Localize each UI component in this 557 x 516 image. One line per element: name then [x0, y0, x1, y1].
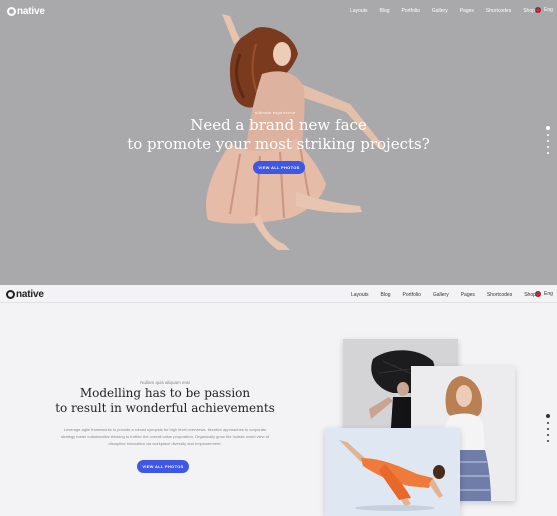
logo[interactable]: native: [6, 289, 44, 300]
hero-title-line-1: Need a brand new face: [190, 116, 367, 134]
hero-subtitle: ultimate experience: [255, 110, 296, 115]
language-label: Eng: [544, 291, 553, 297]
logo-text: native: [17, 6, 45, 17]
slider-dot-2[interactable]: [547, 422, 549, 424]
logo-text: native: [16, 289, 44, 300]
slider-dot-2[interactable]: [547, 134, 549, 136]
nav-item-shortcodes[interactable]: Shortcodes: [487, 292, 512, 298]
hero-title: Need a brand new face to promote your mo…: [120, 116, 437, 154]
model-photo-orange-dress: [325, 428, 460, 516]
section-title-line-1: Modelling has to be passion: [79, 386, 251, 400]
section-slider-dots: [546, 412, 550, 444]
slider-dot-4[interactable]: [547, 146, 549, 148]
slider-dot-1[interactable]: [546, 126, 550, 130]
nav-item-shop[interactable]: Shop: [523, 8, 535, 14]
language-switcher[interactable]: Eng: [535, 7, 553, 13]
logo-mark-icon: [6, 290, 15, 299]
nav-item-portfolio[interactable]: Portfolio: [402, 8, 420, 14]
section-view-all-photos-button[interactable]: VIEW ALL PHOTOS: [137, 460, 189, 473]
nav-item-pages[interactable]: Pages: [460, 8, 474, 14]
about-section: native Layouts Blog Portfolio Gallery Pa…: [0, 285, 557, 516]
logo[interactable]: native: [7, 6, 45, 17]
nav-item-layouts[interactable]: Layouts: [350, 8, 368, 14]
nav-item-blog[interactable]: Blog: [381, 292, 391, 298]
nav-item-layouts[interactable]: Layouts: [351, 292, 369, 298]
slider-dot-1[interactable]: [546, 414, 550, 418]
slider-dot-5[interactable]: [547, 440, 549, 442]
nav-item-pages[interactable]: Pages: [461, 292, 475, 298]
section-body-text: Leverage agile frameworks to provide a r…: [60, 427, 270, 446]
slider-dot-3[interactable]: [547, 140, 549, 142]
nav-item-gallery[interactable]: Gallery: [432, 8, 448, 14]
uk-flag-icon: [535, 291, 541, 297]
nav-item-gallery[interactable]: Gallery: [433, 292, 449, 298]
hero-title-line-2: to promote your most striking projects?: [127, 135, 430, 153]
slider-dot-5[interactable]: [547, 152, 549, 154]
hero-view-all-photos-button[interactable]: VIEW ALL PHOTOS: [253, 161, 305, 174]
nav-item-blog[interactable]: Blog: [380, 8, 390, 14]
nav-item-shortcodes[interactable]: Shortcodes: [486, 8, 511, 14]
language-switcher[interactable]: Eng: [535, 291, 553, 297]
section-title-line-2: to result in wonderful achievements: [55, 401, 275, 415]
header-divider: [0, 302, 557, 303]
section-subtitle: Nullam quis aliquam erat: [140, 380, 190, 385]
hero-section: native Layouts Blog Portfolio Gallery Pa…: [0, 0, 557, 285]
language-label: Eng: [544, 7, 553, 13]
slider-dot-3[interactable]: [547, 428, 549, 430]
top-nav: Layouts Blog Portfolio Gallery Pages Sho…: [351, 292, 548, 298]
nav-item-portfolio[interactable]: Portfolio: [403, 292, 421, 298]
section-title: Modelling has to be passion to result in…: [40, 386, 290, 416]
hero-slider-dots: [546, 124, 550, 156]
uk-flag-icon: [535, 7, 541, 13]
logo-mark-icon: [7, 7, 16, 16]
slider-dot-4[interactable]: [547, 434, 549, 436]
top-nav: Layouts Blog Portfolio Gallery Pages Sho…: [350, 8, 547, 14]
